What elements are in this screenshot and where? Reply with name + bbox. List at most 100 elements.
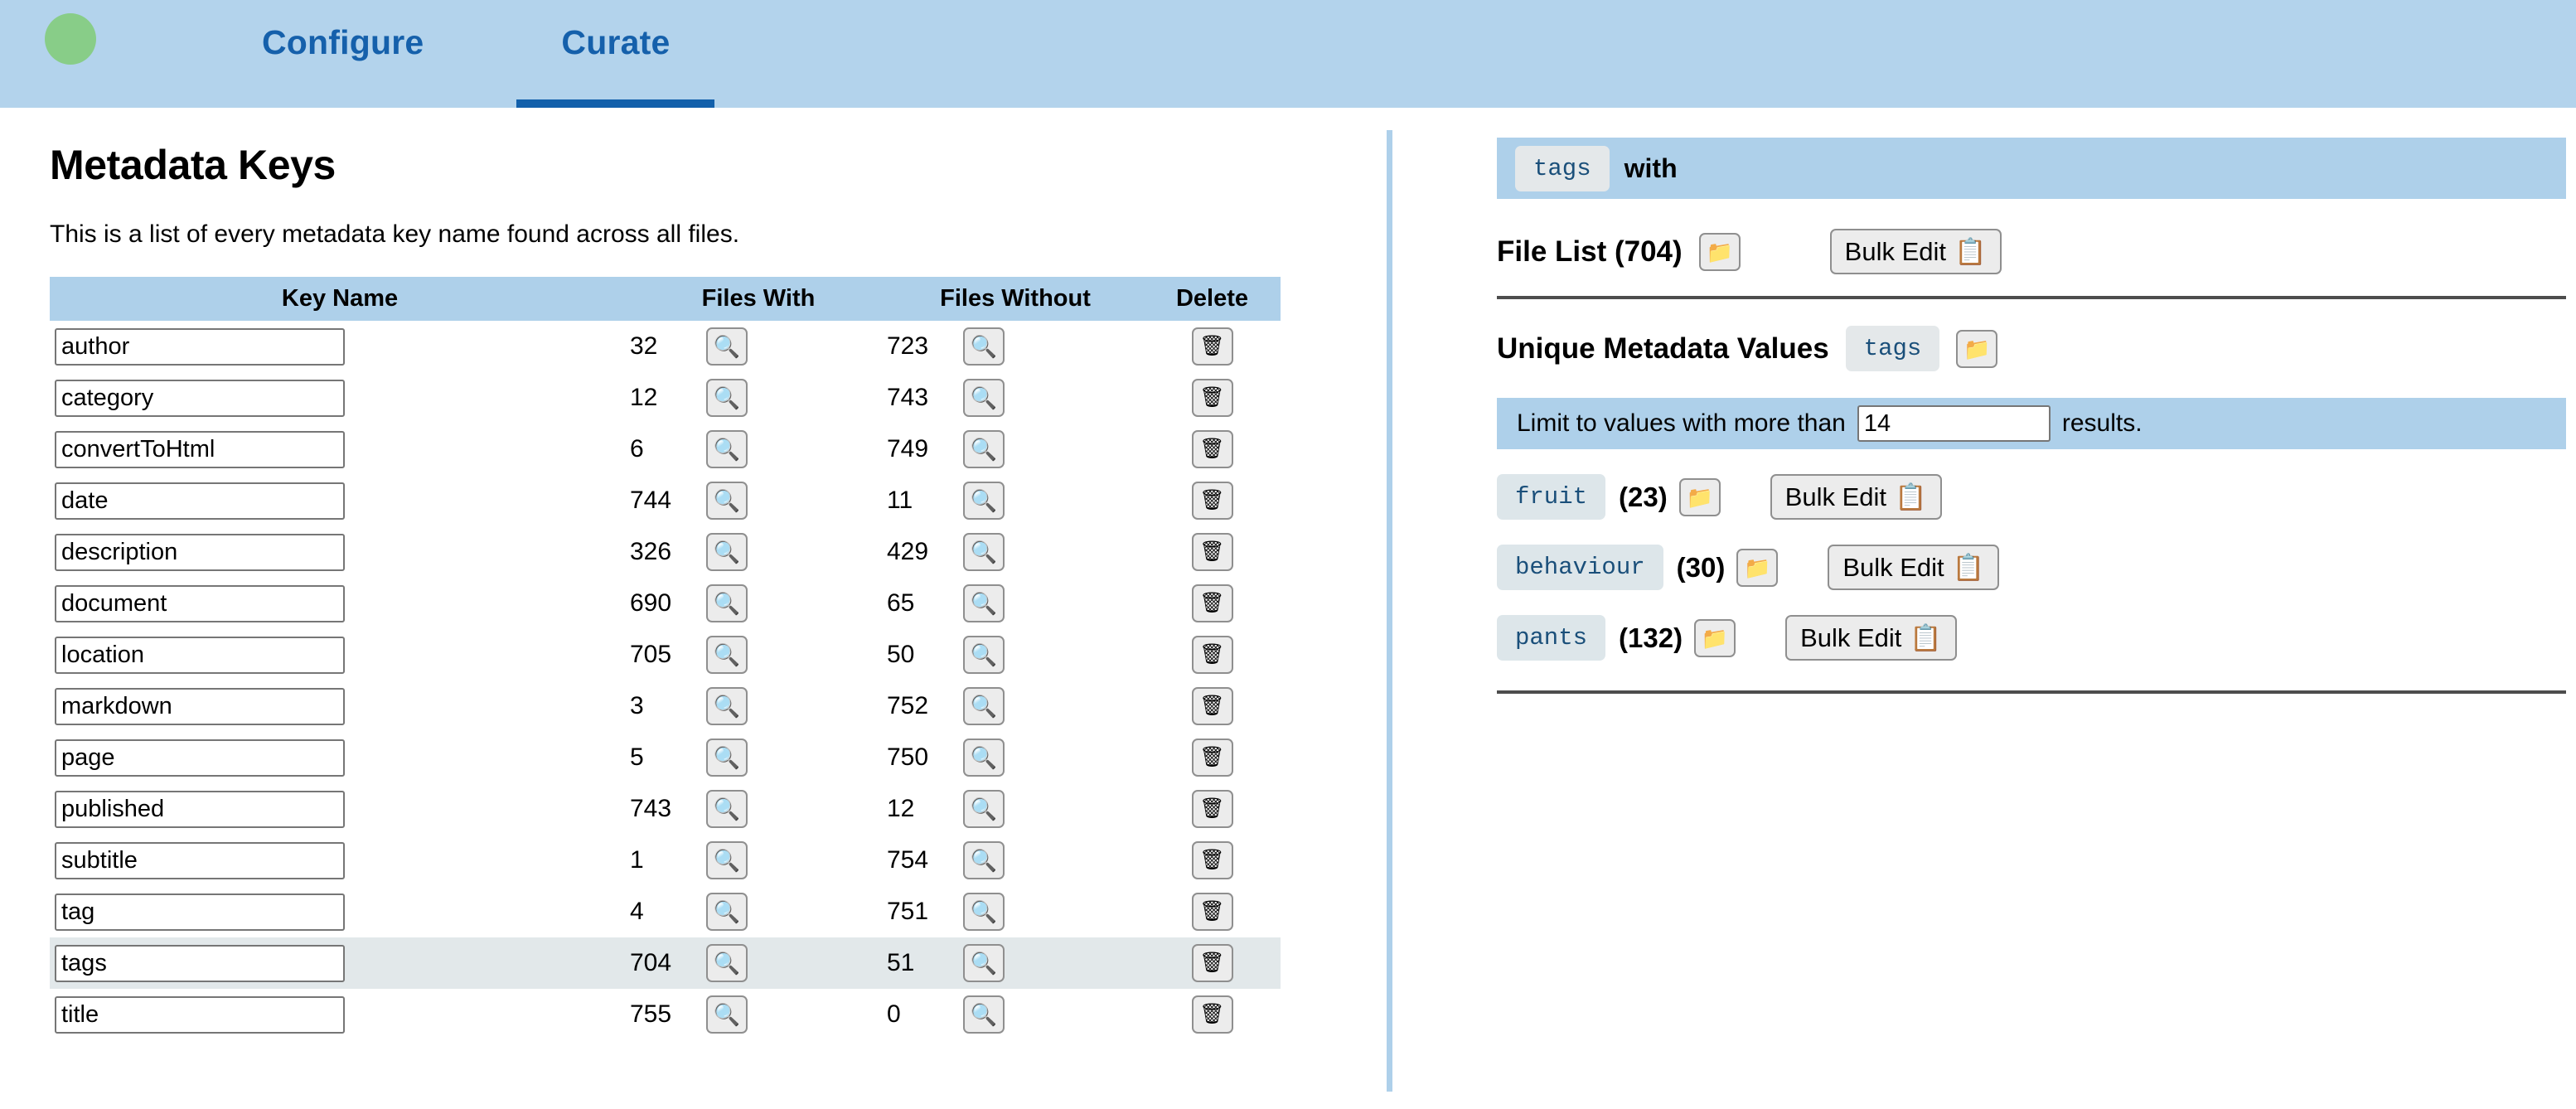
magnifying-glass-icon[interactable]: 🔍 [706, 739, 748, 777]
tab-curate[interactable]: Curate [516, 0, 715, 108]
limit-results-input[interactable] [1857, 405, 2051, 442]
magnifying-glass-icon[interactable]: 🔍 [706, 790, 748, 828]
magnifying-glass-icon[interactable]: 🔍 [963, 379, 1005, 417]
wastebasket-icon[interactable]: 🗑 [1191, 533, 1233, 571]
folder-icon[interactable]: 📁 [1956, 329, 1998, 368]
table-row: 704 🔍 51 🔍 🗑 [50, 937, 1281, 989]
magnifying-glass-icon[interactable]: 🔍 [963, 893, 1005, 931]
clipboard-icon: 📋 [1910, 623, 1943, 652]
unique-values-key-chip[interactable]: tags [1845, 326, 1940, 371]
magnifying-glass-icon[interactable]: 🔍 [706, 533, 748, 571]
cell-files-with: 32 🔍 [630, 321, 887, 372]
files-without-count: 754 [887, 846, 929, 874]
tab-configure[interactable]: Configure [217, 0, 468, 108]
key-name-input[interactable] [55, 739, 345, 777]
unique-value-bulk-edit-label: Bulk Edit [1784, 482, 1887, 511]
key-name-input[interactable] [55, 533, 345, 571]
magnifying-glass-icon[interactable]: 🔍 [963, 944, 1005, 982]
table-row: 4🔍751🔍🗑 [50, 886, 1281, 937]
cell-files-with: 743 🔍 [630, 783, 887, 835]
magnifying-glass-icon[interactable]: 🔍 [706, 430, 748, 468]
cell-files-without: 429 🔍 [887, 526, 1144, 578]
wastebasket-icon[interactable]: 🗑 [1191, 584, 1233, 622]
magnifying-glass-icon[interactable]: 🔍 [706, 327, 748, 366]
wastebasket-icon[interactable]: 🗑 [1191, 739, 1233, 777]
folder-icon[interactable]: 📁 [1678, 477, 1721, 516]
filter-key-chip[interactable]: tags [1515, 145, 1610, 191]
magnifying-glass-icon[interactable]: 🔍 [706, 893, 748, 931]
key-name-input[interactable] [55, 430, 345, 468]
clipboard-icon: 📋 [1954, 237, 1987, 266]
magnifying-glass-icon[interactable]: 🔍 [706, 584, 748, 622]
wastebasket-icon[interactable]: 🗑 [1191, 482, 1233, 520]
key-name-input[interactable] [55, 893, 345, 931]
unique-value-bulk-edit-label: Bulk Edit [1842, 552, 1944, 582]
column-header-files-without: Files Without [887, 277, 1144, 321]
unique-value-chip[interactable]: fruit [1497, 474, 1606, 520]
wastebasket-icon[interactable]: 🗑 [1191, 430, 1233, 468]
key-name-input[interactable] [55, 584, 345, 622]
table-header-row: Key Name Files With Files Without Delete [50, 277, 1281, 321]
magnifying-glass-icon[interactable]: 🔍 [963, 790, 1005, 828]
wastebasket-icon[interactable]: 🗑 [1191, 995, 1233, 1034]
magnifying-glass-icon[interactable]: 🔍 [706, 379, 748, 417]
unique-value-bulk-edit-button[interactable]: Bulk Edit 📋 [1785, 615, 1958, 661]
files-with-count: 690 [630, 589, 672, 617]
magnifying-glass-icon[interactable]: 🔍 [963, 533, 1005, 571]
magnifying-glass-icon[interactable]: 🔍 [706, 636, 748, 674]
magnifying-glass-icon[interactable]: 🔍 [963, 995, 1005, 1034]
magnifying-glass-icon[interactable]: 🔍 [963, 584, 1005, 622]
unique-values-heading: Unique Metadata Values [1497, 332, 1829, 365]
magnifying-glass-icon[interactable]: 🔍 [963, 327, 1005, 366]
files-with-count: 1 [630, 846, 644, 874]
unique-value-chip[interactable]: behaviour [1497, 545, 1663, 590]
wastebasket-icon[interactable]: 🗑 [1191, 687, 1233, 725]
wastebasket-icon[interactable]: 🗑 [1191, 841, 1233, 879]
key-name-input[interactable] [55, 687, 345, 725]
wastebasket-icon[interactable]: 🗑 [1191, 893, 1233, 931]
key-name-input[interactable] [55, 636, 345, 674]
wastebasket-icon[interactable]: 🗑 [1191, 379, 1233, 417]
magnifying-glass-icon[interactable]: 🔍 [706, 687, 748, 725]
folder-icon[interactable]: 📁 [1694, 618, 1736, 657]
folder-icon[interactable]: 📁 [1698, 232, 1741, 271]
cell-key-name [50, 886, 630, 937]
unique-value-chip[interactable]: pants [1497, 615, 1606, 661]
cell-files-with: 755 🔍 [630, 989, 887, 1040]
table-row: 705 🔍 50 🔍 🗑 [50, 629, 1281, 680]
key-name-input[interactable] [55, 327, 345, 366]
magnifying-glass-icon[interactable]: 🔍 [963, 687, 1005, 725]
unique-value-bulk-edit-button[interactable]: Bulk Edit 📋 [1828, 545, 2000, 590]
magnifying-glass-icon[interactable]: 🔍 [963, 430, 1005, 468]
metadata-keys-table: Key Name Files With Files Without Delete… [50, 277, 1281, 1040]
key-name-input[interactable] [55, 790, 345, 828]
magnifying-glass-icon[interactable]: 🔍 [963, 739, 1005, 777]
file-list-bulk-edit-button[interactable]: Bulk Edit 📋 [1829, 229, 2002, 274]
magnifying-glass-icon[interactable]: 🔍 [963, 841, 1005, 879]
key-name-input[interactable] [55, 482, 345, 520]
wastebasket-icon[interactable]: 🗑 [1191, 944, 1233, 982]
cell-key-name [50, 629, 630, 680]
key-name-input[interactable] [55, 379, 345, 417]
folder-icon[interactable]: 📁 [1736, 548, 1779, 587]
magnifying-glass-icon[interactable]: 🔍 [706, 944, 748, 982]
key-name-input[interactable] [55, 944, 345, 982]
key-name-input[interactable] [55, 841, 345, 879]
magnifying-glass-icon[interactable]: 🔍 [706, 841, 748, 879]
files-without-count: 0 [887, 1000, 901, 1028]
magnifying-glass-icon[interactable]: 🔍 [963, 636, 1005, 674]
files-with-count: 704 [630, 949, 672, 976]
magnifying-glass-icon[interactable]: 🔍 [706, 995, 748, 1034]
files-with-count: 6 [630, 435, 644, 462]
column-header-files-with: Files With [630, 277, 887, 321]
cell-key-name [50, 937, 630, 989]
wastebasket-icon[interactable]: 🗑 [1191, 636, 1233, 674]
magnifying-glass-icon[interactable]: 🔍 [963, 482, 1005, 520]
wastebasket-icon[interactable]: 🗑 [1191, 790, 1233, 828]
unique-value-bulk-edit-button[interactable]: Bulk Edit 📋 [1770, 474, 1942, 520]
cell-files-with: 6 🔍 [630, 424, 887, 475]
key-name-input[interactable] [55, 995, 345, 1034]
magnifying-glass-icon[interactable]: 🔍 [706, 482, 748, 520]
wastebasket-icon[interactable]: 🗑 [1191, 327, 1233, 366]
cell-key-name [50, 475, 630, 526]
